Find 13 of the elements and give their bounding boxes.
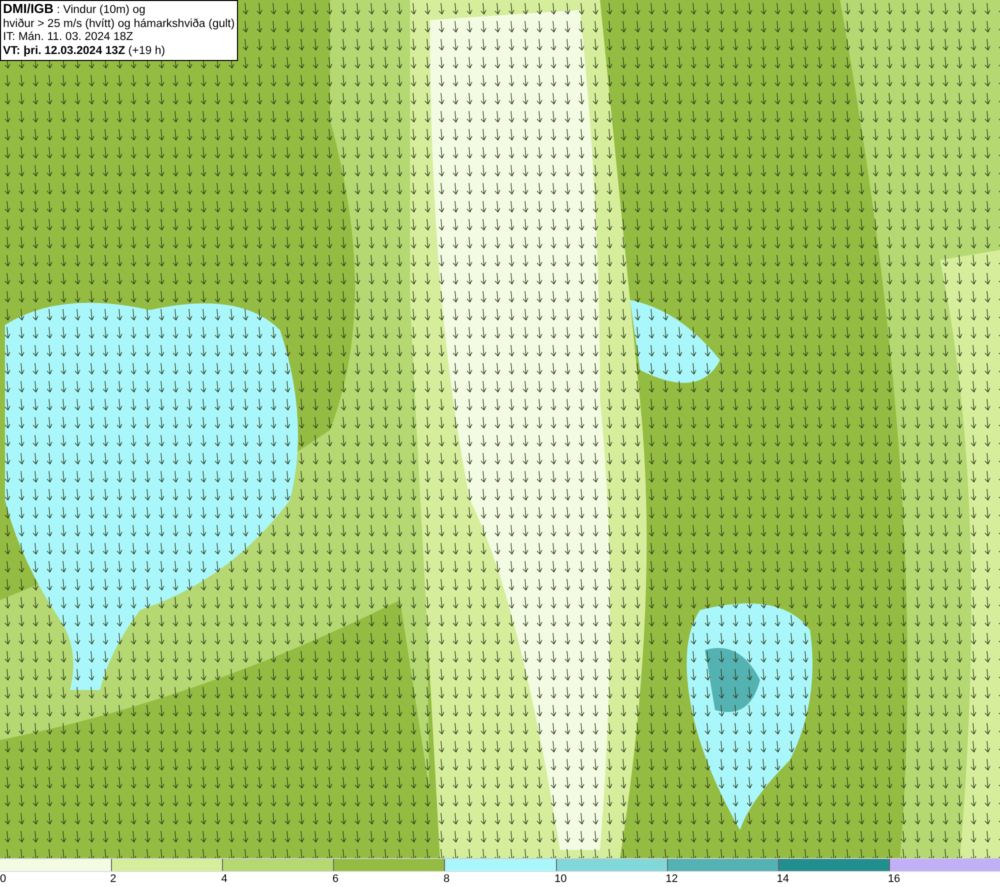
legend-tick-label: 10	[554, 873, 567, 886]
legend-tick-label: 2	[110, 873, 116, 886]
legend-tick-label: 6	[332, 873, 338, 886]
legend-tick-label: 14	[776, 873, 790, 886]
info-text: DMI/IGB : Vindur (10m) og	[3, 2, 146, 18]
info-text: VT: þri. 12.03.2024 13Z (+19 h)	[3, 44, 166, 58]
legend-tick-label: 0	[0, 873, 6, 886]
legend-tick-label: 16	[888, 873, 900, 886]
info-text: hviður > 25 m/s (hvítt) og hámarkshviða (gult)	[3, 18, 235, 31]
legend-tick-label: 4	[221, 873, 228, 886]
legend-tick-label: 12	[666, 873, 678, 886]
legend-tick-label: 8	[443, 873, 450, 886]
info-text: IT: Mán. 11. 03. 2024 18Z	[3, 31, 134, 44]
